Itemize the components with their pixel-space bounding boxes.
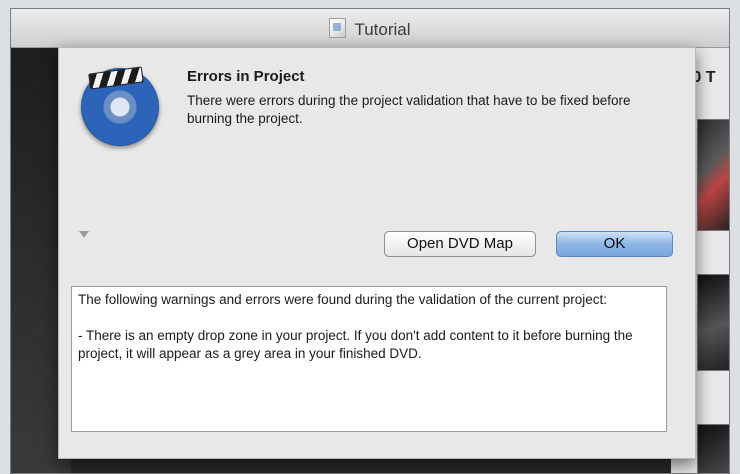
disclosure-triangle-icon[interactable] [79,231,89,238]
details-text-area[interactable]: The following warnings and errors were f… [71,286,667,432]
window-title-group: Tutorial [11,18,729,40]
dialog-message: There were errors during the project val… [187,93,631,126]
clapperboard-icon [88,66,144,90]
background-thumbnail[interactable] [697,119,729,231]
idvd-app-icon [81,66,159,146]
window-title: Tutorial [354,20,411,39]
errors-dialog: Errors in Project There were errors duri… [58,47,696,459]
title-bar[interactable]: Tutorial [11,9,729,48]
dialog-heading: Errors in Project [187,68,305,85]
background-thumbnail[interactable] [697,274,729,371]
ok-button[interactable]: OK [556,231,673,257]
background-thumbnail[interactable] [697,424,729,473]
open-dvd-map-button[interactable]: Open DVD Map [384,231,536,257]
document-icon [329,18,347,38]
